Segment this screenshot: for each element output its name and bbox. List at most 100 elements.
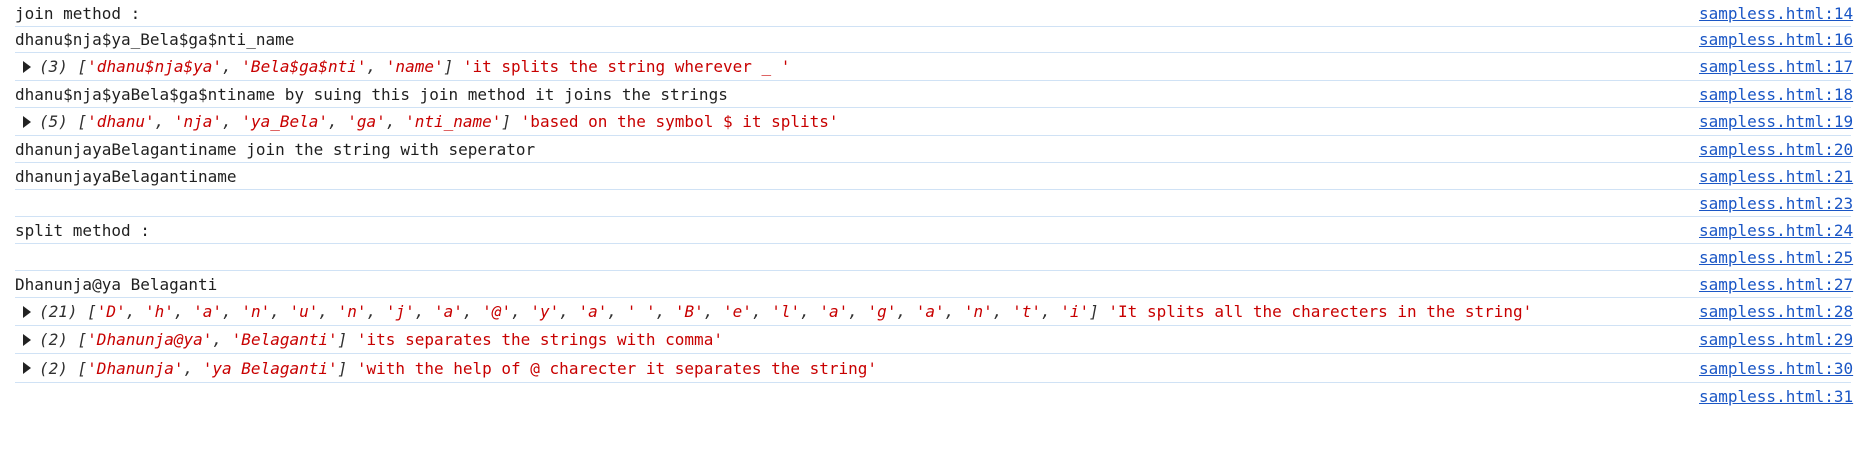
array-open-bracket: [ — [67, 57, 88, 76]
array-separator: , — [896, 302, 916, 321]
source-link[interactable]: sampless.html:28 — [1699, 302, 1853, 321]
source-link[interactable]: sampless.html:23 — [1699, 194, 1853, 213]
array-count: (2) — [39, 330, 68, 349]
source-link[interactable]: sampless.html:17 — [1699, 57, 1853, 76]
source-link[interactable]: sampless.html:21 — [1699, 167, 1853, 186]
log-message: (2) ['Dhanunja', 'ya Belaganti'] 'with t… — [15, 359, 1699, 378]
log-message: split method : — [15, 220, 150, 240]
array-item: 'dhanu' — [87, 112, 155, 131]
array-close-bracket: ] — [443, 57, 463, 76]
array-separator: , — [944, 302, 964, 321]
array-item: 't' — [1012, 302, 1041, 321]
array-separator: , — [366, 302, 386, 321]
source-link[interactable]: sampless.html:30 — [1699, 359, 1853, 378]
array-separator: , — [328, 112, 348, 131]
log-row: split method : sampless.html:24 — [15, 217, 1853, 244]
array-close-bracket: ] — [337, 358, 357, 378]
expand-triangle-icon[interactable] — [23, 60, 31, 73]
array-item: '@' — [482, 302, 512, 321]
array-item: 'dhanu$nja$ya' — [87, 57, 223, 76]
array-item: 'l' — [771, 302, 801, 321]
array-open-bracket: [ — [67, 358, 88, 378]
console-panel: join method : sampless.html:14 dhanu$nja… — [0, 0, 1867, 409]
array-item: 'g' — [867, 302, 897, 321]
log-row-empty: sampless.html:23 — [15, 190, 1853, 217]
array-item: 'u' — [289, 302, 319, 321]
array-item: 'Bela$ga$nti' — [241, 57, 367, 76]
log-row-array: (21) ['D', 'h', 'a', 'n', 'u', 'n', 'j',… — [15, 298, 1853, 326]
array-item: 'a' — [915, 302, 945, 321]
array-count: (5) — [39, 112, 68, 131]
array-separator: , — [385, 112, 406, 131]
expand-triangle-icon[interactable] — [23, 115, 31, 128]
array-item: 'h' — [144, 302, 174, 321]
array-item: 'ya Belaganti' — [202, 358, 338, 378]
array-separator: , — [318, 302, 338, 321]
expand-triangle-icon[interactable] — [23, 362, 31, 374]
log-row: dhanu$nja$ya_Bela$ga$nti_name sampless.h… — [15, 27, 1853, 53]
log-row-array: (2) ['Dhanunja@ya', 'Belaganti'] 'its se… — [15, 326, 1853, 354]
array-count: (3) — [39, 57, 68, 76]
array-item: 'n' — [241, 302, 271, 321]
array-separator: , — [462, 302, 483, 321]
array-separator: , — [125, 302, 145, 321]
array-separator: , — [751, 302, 772, 321]
array-open-bracket: [ — [77, 302, 97, 321]
array-separator: , — [559, 302, 579, 321]
source-link[interactable]: sampless.html:27 — [1699, 275, 1853, 294]
log-note: 'with the help of @ charecter it separat… — [356, 358, 878, 378]
array-separator: , — [183, 358, 203, 378]
array-item: 'Belaganti' — [231, 330, 338, 349]
array-separator: , — [800, 302, 820, 321]
array-count: (21) — [39, 302, 78, 321]
log-note: 'its separates the strings with comma' — [356, 330, 723, 349]
array-separator: , — [607, 302, 627, 321]
array-item: 'y' — [530, 302, 560, 321]
source-link[interactable]: sampless.html:31 — [1699, 387, 1853, 406]
log-message: (3) ['dhanu$nja$ya', 'Bela$ga$nti', 'nam… — [15, 57, 1699, 76]
log-message: join method : — [15, 3, 141, 23]
source-link[interactable]: sampless.html:20 — [1699, 140, 1853, 159]
log-note: 'It splits all the charecters in the str… — [1108, 302, 1533, 321]
array-close-bracket: ] — [337, 330, 357, 349]
array-separator: , — [173, 302, 194, 321]
array-count: (2) — [39, 358, 68, 378]
log-row: dhanu$nja$yaBela$ga$ntiname by suing thi… — [15, 81, 1853, 108]
source-link[interactable]: sampless.html:24 — [1699, 221, 1853, 240]
log-message: dhanu$nja$yaBela$ga$ntiname by suing thi… — [15, 84, 728, 104]
array-item: 'e' — [723, 302, 752, 321]
array-item: 'D' — [96, 302, 126, 321]
source-link[interactable]: sampless.html:14 — [1699, 4, 1853, 23]
array-separator: , — [848, 302, 868, 321]
array-item: 'nti_name' — [405, 112, 502, 131]
source-link[interactable]: sampless.html:16 — [1699, 30, 1853, 49]
array-item: 'i' — [1060, 302, 1090, 321]
array-item: 'n' — [963, 302, 993, 321]
array-open-bracket: [ — [67, 112, 88, 131]
array-item: 'name' — [385, 57, 444, 76]
array-item: 'a' — [819, 302, 849, 321]
array-open-bracket: [ — [67, 330, 88, 349]
array-close-bracket: ] — [501, 112, 521, 131]
log-message: (5) ['dhanu', 'nja', 'ya_Bela', 'ga', 'n… — [15, 112, 1699, 131]
source-link[interactable]: sampless.html:18 — [1699, 85, 1853, 104]
array-close-bracket: ] — [1089, 302, 1109, 321]
log-message: dhanunjayaBelagantiname join the string … — [15, 139, 536, 159]
expand-triangle-icon[interactable] — [23, 305, 31, 318]
source-link[interactable]: sampless.html:19 — [1699, 112, 1853, 131]
log-row: join method : sampless.html:14 — [15, 0, 1853, 27]
array-item: 'ga' — [347, 112, 386, 131]
array-item: 'a' — [193, 302, 223, 321]
expand-triangle-icon[interactable] — [23, 333, 31, 346]
log-row-array: (3) ['dhanu$nja$ya', 'Bela$ga$nti', 'nam… — [15, 53, 1853, 81]
array-separator: , — [511, 302, 531, 321]
log-message: dhanu$nja$ya_Bela$ga$nti_name — [15, 30, 295, 49]
array-item: 'ya_Bela' — [241, 112, 329, 131]
array-separator: , — [414, 302, 434, 321]
array-separator: , — [222, 302, 242, 321]
source-link[interactable]: sampless.html:25 — [1699, 248, 1853, 267]
log-note: 'based on the symbol $ it splits' — [520, 112, 839, 131]
source-link[interactable]: sampless.html:29 — [1699, 330, 1853, 349]
log-message: (2) ['Dhanunja@ya', 'Belaganti'] 'its se… — [15, 330, 1699, 349]
array-item: 'nja' — [173, 112, 223, 131]
